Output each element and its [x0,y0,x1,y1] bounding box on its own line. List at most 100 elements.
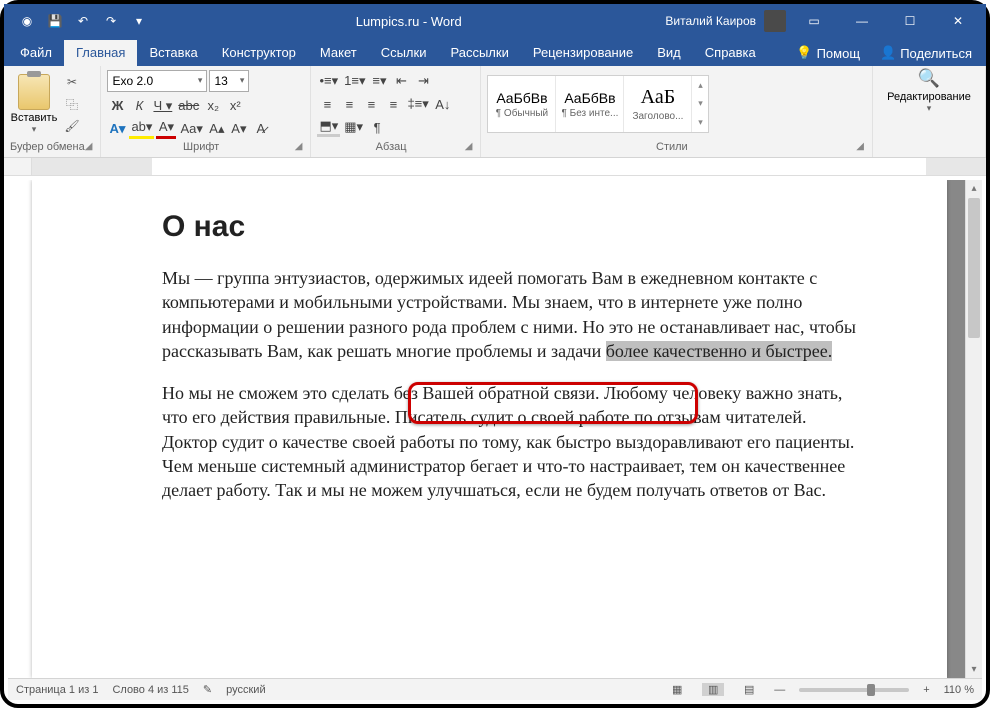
selected-text[interactable]: более качественно и быстрее. [606,341,833,361]
save-icon[interactable]: 💾 [42,8,68,34]
copy-icon[interactable]: ⿻ [62,95,82,113]
avatar[interactable] [764,10,786,32]
zoom-in-icon[interactable]: + [923,684,929,696]
style-normal[interactable]: АаБбВв ¶ Обычный [488,76,556,132]
proofing-icon[interactable]: ✎ [203,683,212,696]
paragraph-label: Абзац [376,141,407,153]
style-nospacing[interactable]: АаБбВв ¶ Без инте... [556,76,624,132]
doc-heading[interactable]: О нас [162,210,857,244]
styles-launcher-icon[interactable]: ◢ [856,141,864,152]
font-launcher-icon[interactable]: ◢ [295,141,303,152]
tab-references[interactable]: Ссылки [369,40,439,66]
user-name[interactable]: Виталий Каиров [665,14,756,28]
qat-dropdown-icon[interactable]: ▾ [126,8,152,34]
scroll-up-icon[interactable]: ▴ [966,180,982,197]
undo-icon[interactable]: ↶ [70,8,96,34]
tab-view[interactable]: Вид [645,40,693,66]
shading-button[interactable]: ⬒▾ [317,117,340,137]
show-marks-button[interactable]: ¶ [367,117,387,137]
font-name-combo[interactable]: Exo 2.0▾ [107,70,207,92]
tab-mailings[interactable]: Рассылки [438,40,520,66]
status-words[interactable]: Слово 4 из 115 [112,684,188,696]
autosave-icon[interactable]: ◉ [14,8,40,34]
zoom-out-icon[interactable]: — [774,684,785,696]
status-page[interactable]: Страница 1 из 1 [16,684,98,696]
ruler[interactable] [4,158,986,176]
style-gallery[interactable]: АаБбВв ¶ Обычный АаБбВв ¶ Без инте... Аа… [487,75,709,133]
minimize-icon[interactable]: — [842,4,882,38]
redo-icon[interactable]: ↷ [98,8,124,34]
style-gallery-more[interactable]: ▴▾▾ [692,76,708,132]
italic-button[interactable]: К [129,96,149,116]
group-paragraph: •≡▾ 1≡▾ ≡▾ ⇤ ⇥ ≡ ≡ ≡ ≡ ‡≡▾ A↓ ⬒▾ ▦▾ ¶ Аб… [311,66,481,157]
tab-review[interactable]: Рецензирование [521,40,645,66]
change-case-button[interactable]: Aa▾ [178,119,204,139]
text-effects-button[interactable]: A▾ [107,119,127,139]
para-launcher-icon[interactable]: ◢ [465,141,473,152]
line-spacing-button[interactable]: ‡≡▾ [405,94,430,114]
multilevel-button[interactable]: ≡▾ [369,71,389,91]
close-icon[interactable]: ✕ [938,4,978,38]
scroll-thumb[interactable] [968,198,980,338]
editing-label[interactable]: Редактирование [887,91,971,103]
bold-button[interactable]: Ж [107,96,127,116]
read-mode-icon[interactable]: ▦ [666,683,688,696]
tab-insert[interactable]: Вставка [137,40,209,66]
font-color-button[interactable]: A▾ [156,119,176,139]
clipboard-label: Буфер обмена [10,141,85,153]
status-language[interactable]: русский [226,684,265,696]
superscript-button[interactable]: x² [225,96,245,116]
align-center-button[interactable]: ≡ [339,94,359,114]
cut-icon[interactable]: ✂ [62,73,82,91]
doc-paragraph[interactable]: Мы — группа энтузиастов, одержимых идеей… [162,266,857,363]
grow-font-button[interactable]: A▴ [207,119,227,139]
page[interactable]: О нас Мы — группа энтузиастов, одержимых… [32,180,947,678]
tab-home[interactable]: Главная [64,40,137,66]
find-icon[interactable]: 🔍 [918,68,940,89]
zoom-slider[interactable] [799,688,909,692]
bullets-button[interactable]: •≡▾ [317,71,340,91]
decrease-indent-button[interactable]: ⇤ [391,71,411,91]
sort-button[interactable]: A↓ [433,94,453,114]
web-layout-icon[interactable]: ▤ [738,683,760,696]
tab-help[interactable]: Справка [693,40,768,66]
style-heading[interactable]: АаБ Заголово... [624,76,692,132]
strike-button[interactable]: abc [176,96,201,116]
share-button[interactable]: 👤 Поделиться [870,40,982,66]
clipboard-launcher-icon[interactable]: ◢ [85,141,93,152]
document-area: О нас Мы — группа энтузиастов, одержимых… [8,180,982,678]
title-bar: ◉ 💾 ↶ ↷ ▾ Lumpics.ru - Word Виталий Каир… [4,4,986,38]
font-group-label: Шрифт [183,141,219,153]
vertical-scrollbar[interactable]: ▴ ▾ [965,180,982,678]
font-size-combo[interactable]: 13▾ [209,70,249,92]
tab-file[interactable]: Файл [8,40,64,66]
font-size-value: 13 [214,74,227,88]
increase-indent-button[interactable]: ⇥ [413,71,433,91]
share-label: Поделиться [900,46,972,61]
tab-design[interactable]: Конструктор [210,40,308,66]
align-left-button[interactable]: ≡ [317,94,337,114]
borders-button[interactable]: ▦▾ [342,117,365,137]
tab-layout[interactable]: Макет [308,40,369,66]
style-sample: АаБбВв [496,90,547,106]
print-layout-icon[interactable]: ▥ [702,683,724,696]
paste-button[interactable]: Вставить ▾ [10,74,58,135]
scroll-down-icon[interactable]: ▾ [966,661,982,678]
justify-button[interactable]: ≡ [383,94,403,114]
tell-me[interactable]: 💡 Помощ [786,40,870,66]
ribbon-mode-icon[interactable]: ▭ [794,4,834,38]
doc-paragraph[interactable]: Но мы не сможем это сделать без Вашей об… [162,381,857,502]
style-sample: АаБ [641,86,676,109]
underline-button[interactable]: Ч ▾ [151,96,174,116]
clear-format-button[interactable]: A̷ [251,119,271,139]
highlight-button[interactable]: ab▾ [129,119,154,139]
style-name: ¶ Обычный [496,108,548,119]
format-painter-icon[interactable]: 🖌 [62,117,82,135]
shrink-font-button[interactable]: A▾ [229,119,249,139]
subscript-button[interactable]: x₂ [203,96,223,116]
zoom-level[interactable]: 110 % [944,684,974,696]
maximize-icon[interactable]: ☐ [890,4,930,38]
numbering-button[interactable]: 1≡▾ [342,71,367,91]
group-styles: АаБбВв ¶ Обычный АаБбВв ¶ Без инте... Аа… [481,66,873,157]
align-right-button[interactable]: ≡ [361,94,381,114]
